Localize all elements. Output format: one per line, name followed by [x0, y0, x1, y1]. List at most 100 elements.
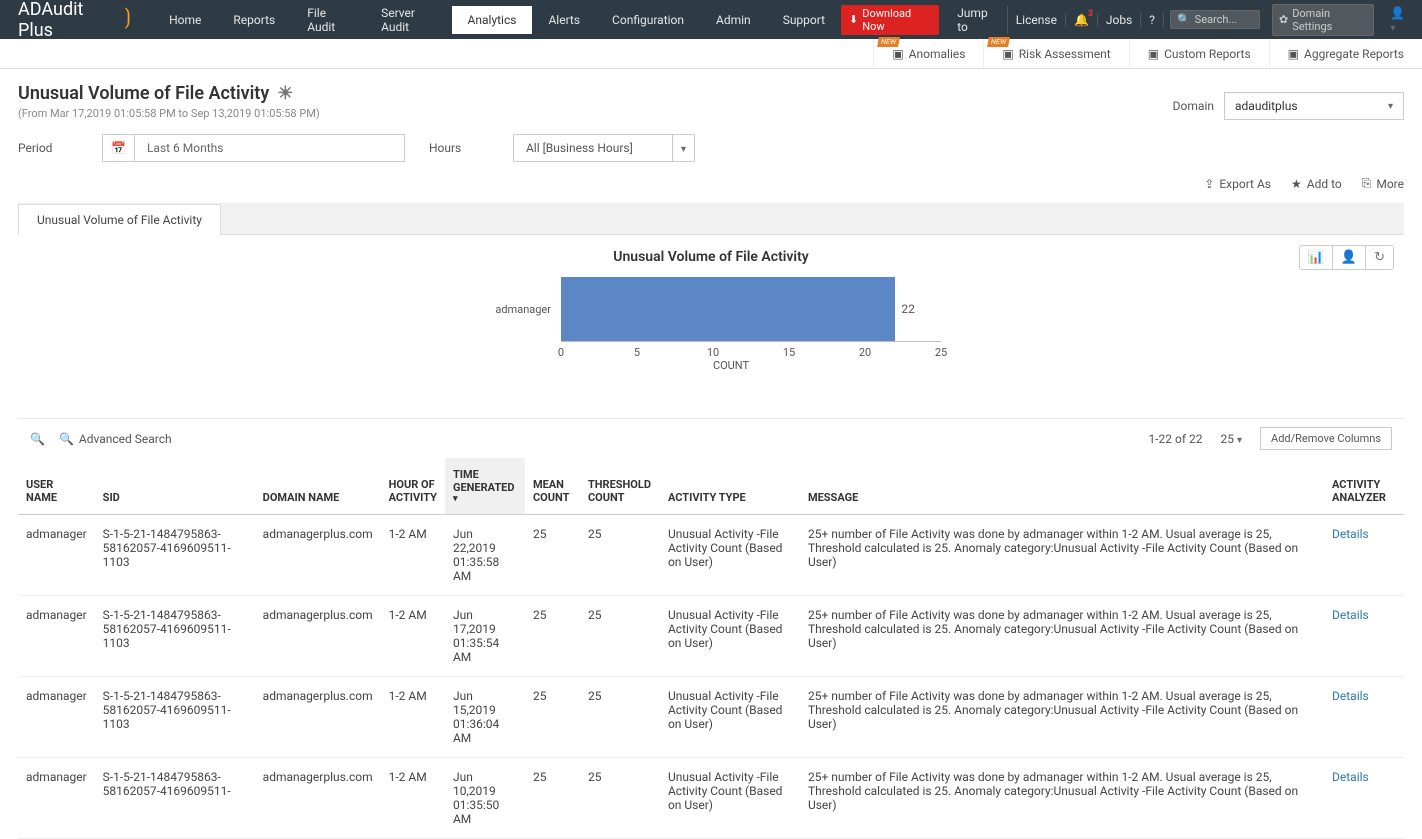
cell: admanagerplus.com	[255, 758, 381, 839]
cell: admanagerplus.com	[255, 515, 381, 596]
calendar-button[interactable]: 📅	[102, 134, 135, 162]
table-body: admanagerS-1-5-21-1484795863-58162057-41…	[18, 515, 1404, 839]
search-button[interactable]: 🔍	[30, 432, 45, 446]
col-activity-analyzer[interactable]: ACTIVITY ANALYZER	[1324, 458, 1404, 515]
cell: Unusual Activity -File Activity Count (B…	[660, 596, 800, 677]
notifications-button[interactable]: 🔔3	[1066, 13, 1098, 27]
col-user-name[interactable]: USER NAME	[18, 458, 95, 515]
tick: 15	[783, 346, 795, 359]
sun-icon[interactable]: ☀	[277, 83, 293, 104]
page-title-row: Unusual Volume of File Activity ☀	[18, 83, 320, 104]
hours-dropdown-button[interactable]: ▾	[673, 134, 695, 162]
period-label: Period	[18, 141, 78, 155]
table-row: admanagerS-1-5-21-1484795863-58162057-41…	[18, 758, 1404, 839]
chevron-down-icon: ▾	[681, 144, 686, 155]
help-link[interactable]: ?	[1141, 13, 1164, 27]
subnav-label: Aggregate Reports	[1304, 47, 1404, 61]
col-hour-of-activity[interactable]: HOUR OF ACTIVITY	[381, 458, 445, 515]
subnav-custom-reports[interactable]: ▣Custom Reports	[1129, 39, 1269, 68]
nav-alerts[interactable]: Alerts	[532, 6, 596, 34]
results-table: USER NAMESIDDOMAIN NAMEHOUR OF ACTIVITYT…	[18, 458, 1404, 839]
page-header: Unusual Volume of File Activity ☀ (From …	[0, 69, 1422, 124]
export-icon: ⇪	[1204, 177, 1214, 191]
advanced-search-button[interactable]: 🔍Advanced Search	[59, 432, 172, 446]
subnav-aggregate-reports[interactable]: ▣Aggregate Reports	[1269, 39, 1422, 68]
nav-support[interactable]: Support	[767, 6, 841, 34]
subnav-risk-assessment[interactable]: NEW▣Risk Assessment	[983, 39, 1128, 68]
chart-refresh-button[interactable]: ↻	[1365, 246, 1393, 269]
details-link[interactable]: Details	[1332, 608, 1369, 622]
cell: 1-2 AM	[381, 515, 445, 596]
details-link[interactable]: Details	[1332, 527, 1369, 541]
download-icon: ⬇	[849, 13, 858, 26]
topbar: ADAudit Plus ⟯ HomeReportsFile AuditServ…	[0, 0, 1422, 39]
search-icon: 🔍	[1177, 13, 1191, 26]
chart-pane: 📊 👤 ↻ Unusual Volume of File Activity ad…	[18, 235, 1404, 396]
domain-settings-button[interactable]: ✿ Domain Settings	[1272, 4, 1374, 36]
add-to-button[interactable]: ★Add to	[1291, 176, 1342, 191]
cell: admanagerplus.com	[255, 596, 381, 677]
page-size-select[interactable]: 25 ▾	[1221, 432, 1243, 446]
more-button[interactable]: ⎘More	[1362, 176, 1404, 191]
hours-label: Hours	[429, 141, 489, 155]
nav-file-audit[interactable]: File Audit	[291, 6, 365, 34]
cell: 25+ number of File Activity was done by …	[800, 515, 1324, 596]
col-mean-count[interactable]: MEAN COUNT	[525, 458, 580, 515]
user-icon: 👤	[1390, 6, 1405, 20]
details-link[interactable]: Details	[1332, 689, 1369, 703]
chart-user-button[interactable]: 👤	[1332, 246, 1365, 269]
details-link[interactable]: Details	[1332, 770, 1369, 784]
subnav-anomalies[interactable]: NEW▣Anomalies	[873, 39, 983, 68]
col-domain-name[interactable]: DOMAIN NAME	[255, 458, 381, 515]
period-value[interactable]: Last 6 Months	[135, 134, 405, 162]
col-threshold-count[interactable]: THRESHOLD COUNT	[580, 458, 660, 515]
bar-chart: admanager 22	[36, 277, 1386, 341]
download-label: Download Now	[862, 7, 931, 33]
nav-analytics[interactable]: Analytics	[452, 6, 533, 34]
report-icon: ▣	[1002, 47, 1013, 61]
tab-unusual-volume[interactable]: Unusual Volume of File Activity	[18, 204, 221, 235]
cell: 25+ number of File Activity was done by …	[800, 677, 1324, 758]
nav-admin[interactable]: Admin	[700, 6, 767, 34]
add-remove-columns-button[interactable]: Add/Remove Columns	[1260, 427, 1392, 450]
col-activity-type[interactable]: ACTIVITY TYPE	[660, 458, 800, 515]
report-tabs: Unusual Volume of File Activity	[18, 203, 1404, 235]
jobs-link[interactable]: Jobs	[1098, 13, 1141, 27]
cell: Unusual Activity -File Activity Count (B…	[660, 758, 800, 839]
nav-configuration[interactable]: Configuration	[596, 6, 700, 34]
chart-title: Unusual Volume of File Activity	[36, 249, 1386, 265]
subnav: NEW▣AnomaliesNEW▣Risk Assessment▣Custom …	[0, 39, 1422, 69]
global-search[interactable]: 🔍 Search...	[1170, 10, 1260, 29]
table-row: admanagerS-1-5-21-1484795863-58162057-41…	[18, 596, 1404, 677]
nav-home[interactable]: Home	[153, 6, 217, 34]
subnav-label: Custom Reports	[1164, 47, 1251, 61]
col-sid[interactable]: SID	[95, 458, 255, 515]
cell: admanager	[18, 677, 95, 758]
cell: 25+ number of File Activity was done by …	[800, 758, 1324, 839]
cell: 25	[580, 677, 660, 758]
domain-select[interactable]: adauditplus ▾	[1224, 92, 1404, 120]
calendar-icon: 📅	[111, 141, 126, 155]
cell: 1-2 AM	[381, 596, 445, 677]
logo[interactable]: ADAudit Plus ⟯	[0, 0, 153, 41]
cell: admanager	[18, 515, 95, 596]
license-link[interactable]: License	[1008, 13, 1066, 27]
chevron-down-icon: ▾	[1388, 101, 1393, 112]
chart-add-button[interactable]: 📊	[1300, 246, 1332, 269]
download-button[interactable]: ⬇ Download Now	[841, 5, 939, 35]
logo-arc-icon: ⟯	[124, 5, 131, 30]
jump-to-link[interactable]: Jump to	[949, 6, 1008, 34]
profile-menu[interactable]: 👤 ▾	[1380, 6, 1422, 34]
cell: S-1-5-21-1484795863-58162057-4169609511-…	[95, 677, 255, 758]
hours-value[interactable]: All [Business Hours]	[513, 134, 673, 162]
export-as-button[interactable]: ⇪Export As	[1204, 176, 1271, 191]
nav-reports[interactable]: Reports	[217, 6, 291, 34]
main-nav: HomeReportsFile AuditServer AuditAnalyti…	[153, 6, 841, 34]
nav-server-audit[interactable]: Server Audit	[365, 6, 451, 34]
page-size-value: 25	[1221, 432, 1235, 446]
bar[interactable]: 22	[561, 277, 895, 341]
cell: 25	[525, 758, 580, 839]
col-message[interactable]: MESSAGE	[800, 458, 1324, 515]
col-time-generated[interactable]: TIME GENERATED▾	[445, 458, 525, 515]
cell: S-1-5-21-1484795863-58162057-4169609511-…	[95, 596, 255, 677]
